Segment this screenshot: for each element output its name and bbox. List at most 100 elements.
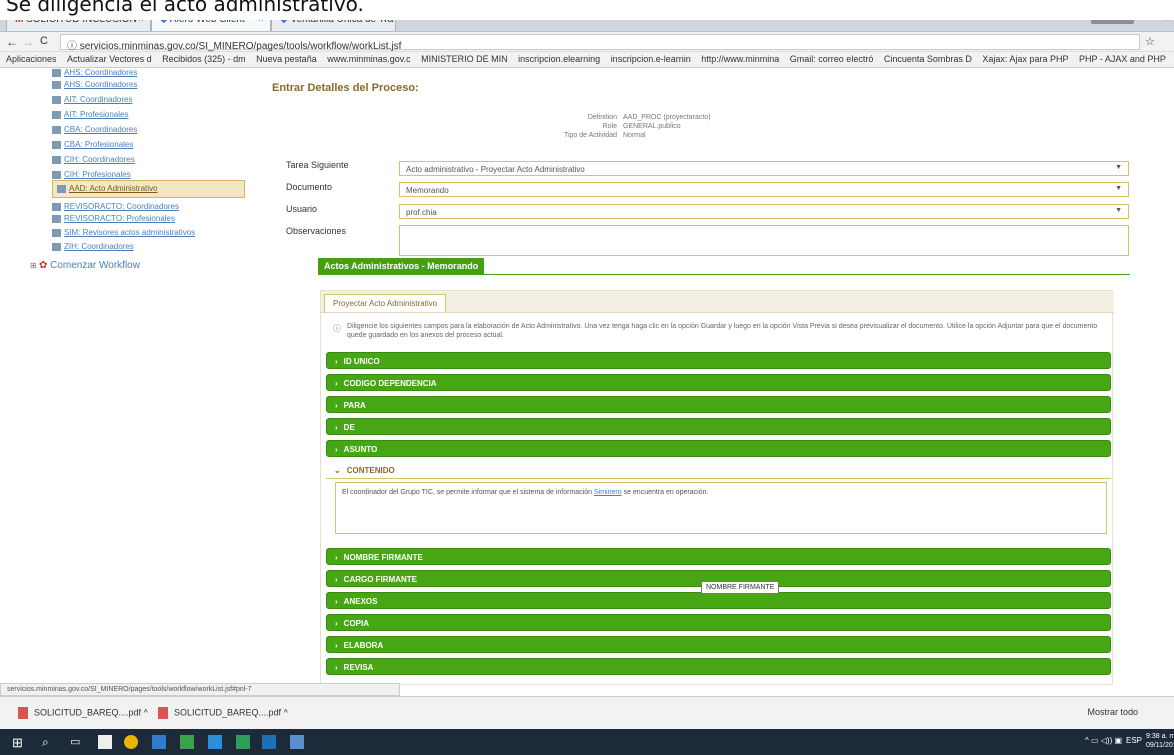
bookmark-item[interactable]: Actualizar Vectores d xyxy=(67,52,152,64)
accordion-de[interactable]: › DE xyxy=(326,418,1111,435)
tree-item[interactable]: CBA: Profesionales xyxy=(52,140,133,149)
bookmark-item[interactable]: PHP - AJAX and PHP xyxy=(1079,52,1166,64)
form-panel: Proyectar Acto Administrativo ⓘ Diligenc… xyxy=(320,290,1114,685)
search-icon[interactable]: ⌕ xyxy=(42,735,56,749)
url-input[interactable]: ⓘ servicios.minminas.gov.co/SI_MINERO/pa… xyxy=(60,34,1140,52)
reload-icon[interactable]: C xyxy=(40,35,48,47)
accordion-revisa[interactable]: › REVISA xyxy=(326,658,1111,675)
bookmark-item[interactable]: MINISTERIO DE MIN xyxy=(421,52,508,64)
caption: Se diligencia el acto administrativo. xyxy=(0,0,1174,20)
bookmark-item[interactable]: Cincuenta Sombras D xyxy=(884,52,972,64)
download-item[interactable]: SOLICITUD_BAREQ....pdf ^ xyxy=(18,707,148,719)
tree-item[interactable]: AHS: Coordinadores xyxy=(52,80,137,89)
app-icon[interactable] xyxy=(262,735,276,749)
star-icon[interactable]: ☆ xyxy=(1145,35,1155,48)
app-icon[interactable] xyxy=(208,735,222,749)
chevron-right-icon: › xyxy=(335,575,338,584)
windows-start-icon[interactable]: ⊞ xyxy=(12,735,26,750)
accordion-contenido[interactable]: ⌄ CONTENIDO xyxy=(326,462,1111,479)
pdf-icon xyxy=(18,707,28,719)
show-all-button[interactable]: Mostrar todo xyxy=(1087,707,1138,717)
file-explorer-icon[interactable] xyxy=(98,735,112,749)
tooltip: NOMBRE FIRMANTE xyxy=(701,581,780,594)
bookmark-item[interactable]: Aplicaciones xyxy=(6,52,57,64)
expand-icon[interactable]: ⊞ xyxy=(30,261,39,270)
tree-item[interactable]: REVISORACTO: Coordinadores xyxy=(52,202,179,211)
chevron-up-icon[interactable]: ^ xyxy=(284,707,288,717)
bookmark-item[interactable]: http://www.minmina xyxy=(701,52,779,64)
contenido-textarea[interactable]: El coordinador del Grupo TIC, se permite… xyxy=(335,482,1107,534)
bookmark-item[interactable]: inscripcion.e-learnin xyxy=(611,52,691,64)
tree-item[interactable]: AIT: Profesionales xyxy=(52,110,128,119)
tray-icons[interactable]: ^ ▭ ◁)) ▣ xyxy=(1085,736,1122,745)
tab-actos-administrativos[interactable]: Actos Administrativos - Memorando xyxy=(318,258,485,274)
chevron-right-icon: › xyxy=(335,379,338,388)
app-icon[interactable] xyxy=(236,735,250,749)
tree-root-comenzar-workflow[interactable]: ⊞ ✿ Comenzar Workflow xyxy=(30,260,140,271)
back-icon[interactable]: ← xyxy=(6,35,18,49)
tree-item[interactable]: AHS: Coordinadores xyxy=(52,68,137,77)
address-bar: ← → C ⓘ servicios.minminas.gov.co/SI_MIN… xyxy=(0,32,1174,52)
usuario-label: Usuario xyxy=(286,204,318,214)
taskbar: ⊞ ⌕ ▭ ^ ▭ ◁)) ▣ ESP 9:38 a. m. 09/11/201… xyxy=(0,729,1174,755)
accordion-elabora[interactable]: › ELABORA xyxy=(326,636,1111,653)
tree-item-selected[interactable]: AAD: Acto Administrativo xyxy=(52,180,245,198)
chevron-right-icon: › xyxy=(335,445,338,454)
observaciones-textarea[interactable] xyxy=(399,225,1129,256)
tree-item[interactable]: AIT: Coordinadores xyxy=(52,95,132,104)
info-icon: ⓘ xyxy=(333,324,341,333)
tree-item[interactable]: REVISORACTO: Profesionales xyxy=(52,214,175,223)
role-icon xyxy=(52,140,61,149)
task-view-icon[interactable]: ▭ xyxy=(70,735,84,749)
chrome-icon[interactable] xyxy=(124,735,138,749)
bookmark-item[interactable]: www.minminas.gov.c xyxy=(327,52,410,64)
chevron-right-icon: › xyxy=(335,401,338,410)
chevron-up-icon[interactable]: ^ xyxy=(144,707,148,717)
chevron-right-icon: › xyxy=(335,597,338,606)
tree-item[interactable]: CIH: Coordinadores xyxy=(52,155,135,164)
page-title: Entrar Detalles del Proceso: xyxy=(272,82,419,94)
app-icon[interactable] xyxy=(180,735,194,749)
accordion-para[interactable]: › PARA xyxy=(326,396,1111,413)
accordion-id-unico[interactable]: › ID UNICO xyxy=(326,352,1111,369)
forward-icon[interactable]: → xyxy=(22,35,34,49)
download-item[interactable]: SOLICITUD_BAREQ....pdf ^ xyxy=(158,707,288,719)
role-icon xyxy=(52,95,61,104)
bookmark-item[interactable]: Nueva pestaña xyxy=(256,52,317,64)
chevron-right-icon: › xyxy=(335,641,338,650)
instructions-text: Diligencie los siguientes campos para la… xyxy=(347,323,1098,339)
tree-item[interactable]: SIM: Revisores actos administrativos xyxy=(52,228,195,237)
tree-item[interactable]: CBA: Coordinadores xyxy=(52,125,137,134)
role-icon xyxy=(52,155,61,164)
documento-select[interactable]: Memorando ▼ xyxy=(399,182,1129,197)
tree-item[interactable]: ZIH: Coordinadores xyxy=(52,242,134,251)
info-icon: ⓘ xyxy=(67,41,80,52)
pdf-icon xyxy=(158,707,168,719)
accordion-codigo-dependencia[interactable]: › CODIGO DEPENDENCIA xyxy=(326,374,1111,391)
app-icon[interactable] xyxy=(290,735,304,749)
tree-item[interactable]: CIH: Profesionales xyxy=(52,170,131,179)
bookmark-item[interactable]: inscripcion.elearning xyxy=(518,52,600,64)
accordion-anexos[interactable]: › ANEXOS xyxy=(326,592,1111,609)
accordion-copia[interactable]: › COPIA xyxy=(326,614,1111,631)
accordion-nombre-firmante[interactable]: › NOMBRE FIRMANTE xyxy=(326,548,1111,565)
tarea-label: Tarea Siguiente xyxy=(286,160,349,170)
tab-underline xyxy=(318,274,1130,275)
usuario-select[interactable]: prof.chia ▼ xyxy=(399,204,1129,219)
workflow-icon: ✿ xyxy=(38,260,51,271)
app-icon[interactable] xyxy=(152,735,166,749)
clock[interactable]: 9:38 a. m. 09/11/2017 xyxy=(1146,732,1174,750)
role-icon xyxy=(57,184,66,193)
chevron-right-icon: › xyxy=(335,357,338,366)
bookmark-item[interactable]: Xajax: Ajax para PHP xyxy=(982,52,1068,64)
bookmark-item[interactable]: Gmail: correo electró xyxy=(790,52,874,64)
accordion-asunto[interactable]: › ASUNTO xyxy=(326,440,1111,457)
role-icon xyxy=(52,170,61,179)
tarea-select[interactable]: Acto administrativo - Proyectar Acto Adm… xyxy=(399,161,1129,176)
tab-proyectar-acto[interactable]: Proyectar Acto Administrativo xyxy=(324,294,447,312)
workflow-tree: AHS: Coordinadores AHS: Coordinadores AI… xyxy=(0,68,255,683)
bookmark-item[interactable]: Recibidos (325) - dm xyxy=(162,52,246,64)
observaciones-label: Observaciones xyxy=(286,226,347,236)
language-indicator[interactable]: ESP xyxy=(1126,736,1142,745)
downloads-bar: SOLICITUD_BAREQ....pdf ^ SOLICITUD_BAREQ… xyxy=(0,696,1174,729)
